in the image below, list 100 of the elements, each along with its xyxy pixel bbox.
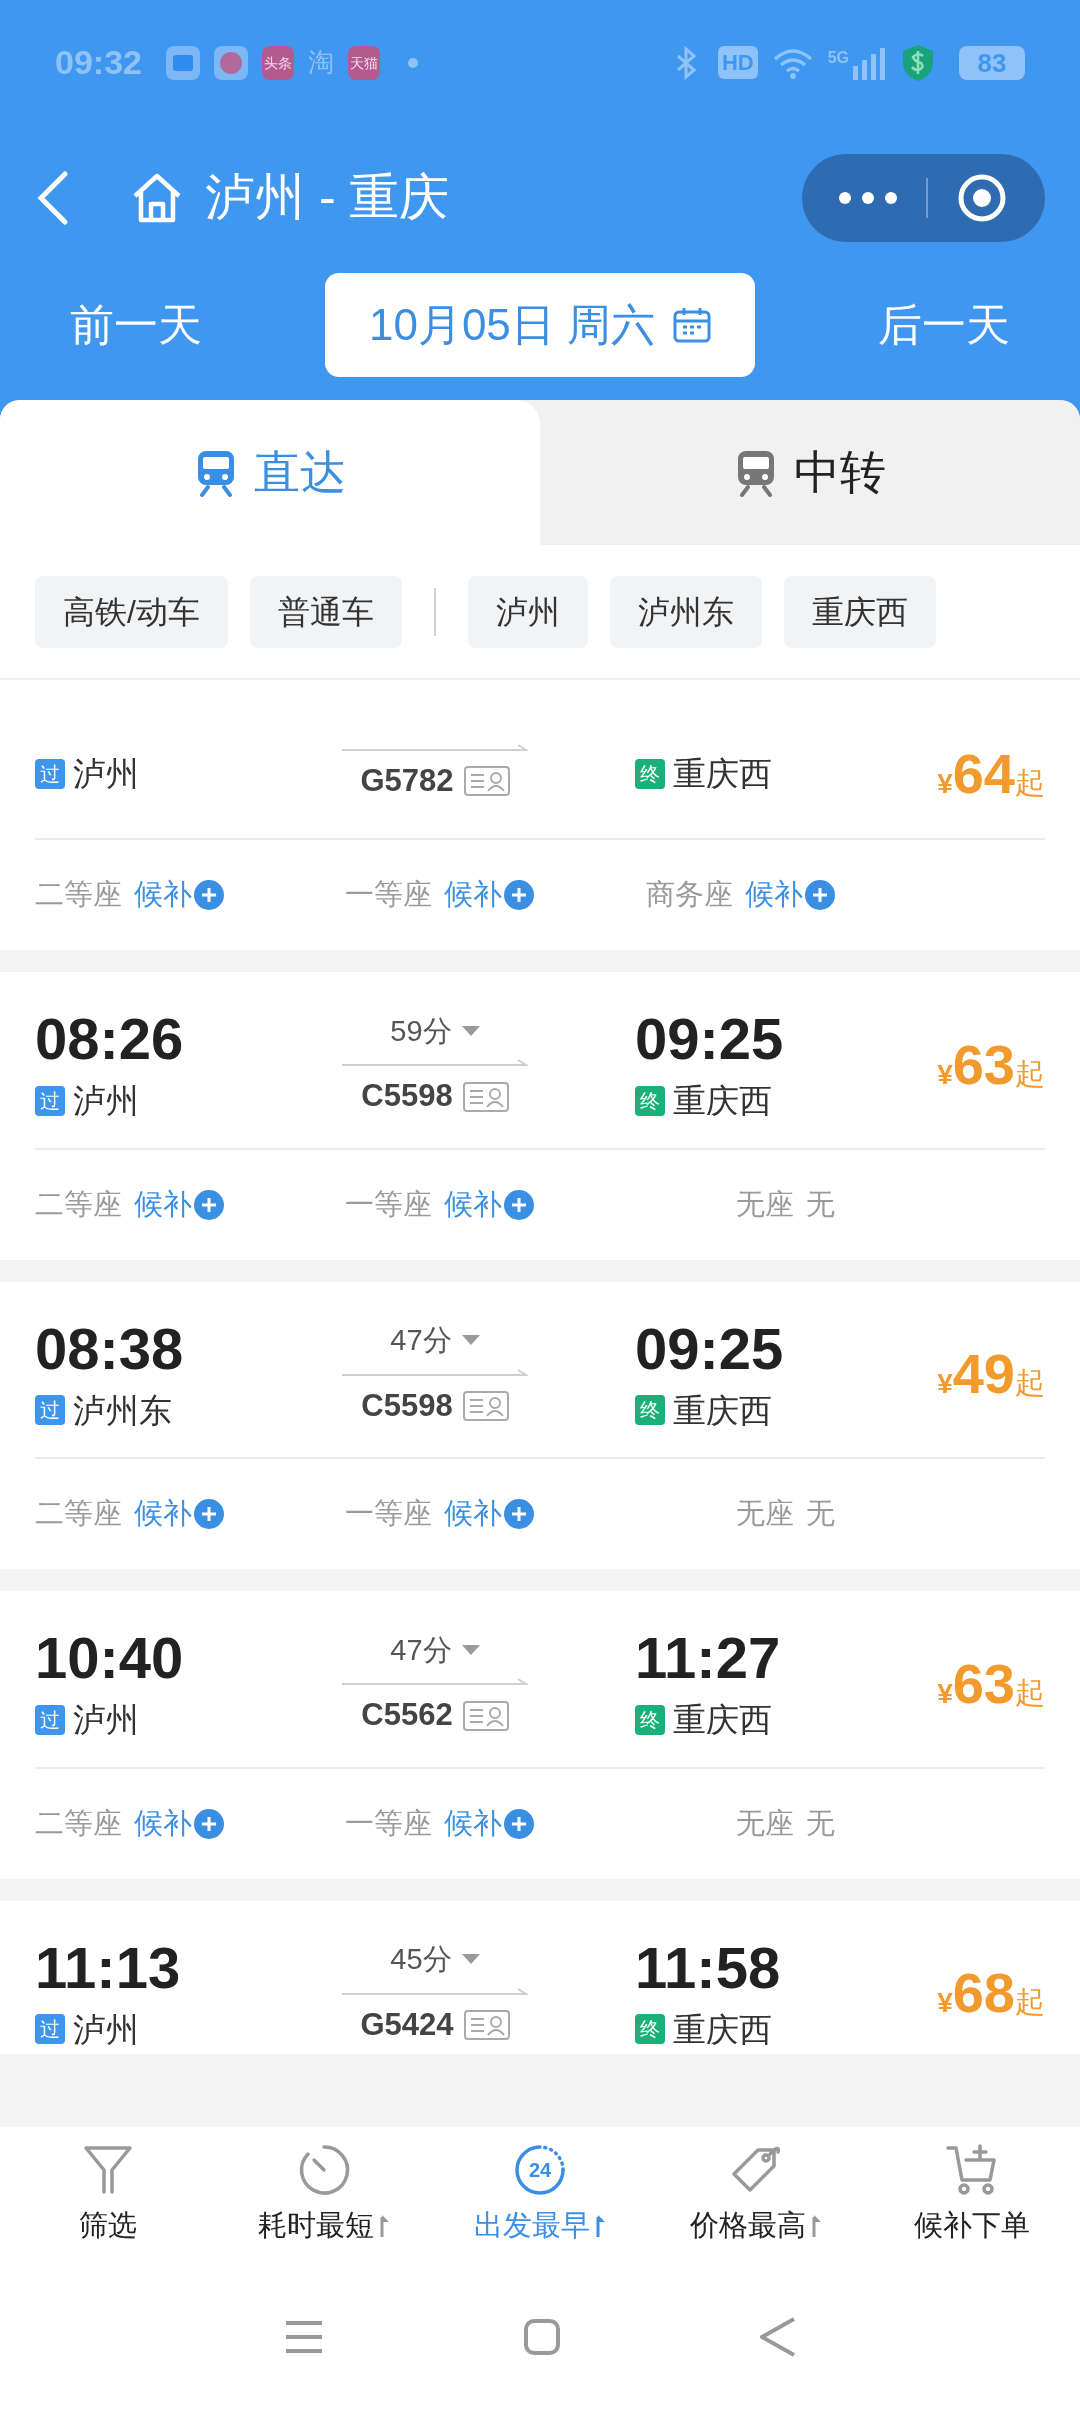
plus-circle-icon (504, 1189, 534, 1220)
arrival-station: 重庆西 (673, 2009, 772, 2050)
seat-class: 一等座 (345, 1496, 432, 1532)
departure-station: 泸州 (73, 2009, 139, 2050)
price: ¥49起 (936, 1341, 1045, 1408)
status-time: 09:32 (55, 42, 142, 83)
train-number: C5598 (361, 1077, 453, 1116)
price: ¥63起 (936, 1031, 1045, 1098)
departure-station: 泸州 (73, 754, 139, 795)
app-icon (165, 45, 200, 80)
departure-time: 08:38 (35, 1314, 185, 1383)
pass-through-tag: 过 (35, 2014, 65, 2045)
seat-class: 二等座 (35, 1186, 122, 1222)
pass-through-tag: 过 (35, 1395, 65, 1426)
price: ¥63起 (936, 1650, 1045, 1717)
plus-circle-icon (194, 1499, 224, 1529)
plus-circle-icon (504, 1808, 534, 1839)
duration: 59分 (390, 1013, 452, 1049)
arrival-station: 重庆西 (673, 754, 772, 795)
filter-chip[interactable]: 重庆西 (783, 575, 936, 648)
train-number: G5424 (360, 2005, 454, 2044)
plus-circle-icon (194, 880, 224, 910)
app-icon: 天猫 (347, 45, 380, 80)
network-type: 5G (827, 47, 849, 68)
arrival-station: 重庆西 (673, 1390, 772, 1431)
home-button-icon[interactable] (524, 2319, 560, 2355)
seat-class: 二等座 (35, 1805, 122, 1841)
filter-chip[interactable]: 普通车 (249, 575, 402, 648)
arrival-time: 09:25 (635, 1314, 785, 1383)
filter-chip[interactable]: 泸州东 (609, 575, 762, 648)
pass-through-tag: 过 (35, 1704, 65, 1735)
home-icon[interactable] (131, 171, 183, 224)
seat-availability: 无 (806, 1496, 835, 1532)
departure-time: 08:26 (35, 1005, 185, 1073)
filter-chip[interactable]: 高铁/动车 (35, 575, 228, 648)
arrival-time: 11:58 (635, 1933, 782, 2002)
signal-icon (853, 45, 887, 80)
toolbar-item[interactable]: 候补下单 (864, 2141, 1080, 2248)
arrival-time: 11:27 (635, 1624, 782, 1692)
price: ¥64起 (936, 741, 1045, 807)
arrival-station: 重庆西 (673, 1700, 772, 1740)
seat-class: 二等座 (35, 877, 122, 913)
id-card-icon (462, 1391, 509, 1421)
seat-class: 一等座 (345, 1805, 432, 1841)
departure-time: 10:40 (35, 1624, 185, 1692)
dropdown-icon (461, 1954, 480, 1966)
id-card-icon (463, 2010, 510, 2040)
id-card-icon (462, 1700, 509, 1731)
departure-station: 泸州 (73, 1700, 139, 1740)
terminal-tag: 终 (635, 2014, 665, 2045)
toolbar-item[interactable]: 耗时最短 (216, 2141, 432, 2248)
terminal-tag: 终 (635, 1085, 665, 1116)
pass-through-tag: 过 (35, 759, 65, 789)
plus-circle-icon (194, 1189, 224, 1220)
departure-time: 11:13 (35, 1933, 182, 2002)
train-number: C5562 (361, 1696, 453, 1735)
battery-indicator: 83 (959, 45, 1025, 80)
departure-station: 泸州东 (73, 1390, 172, 1431)
app-icon: 淘 (307, 43, 334, 82)
departure-station: 泸州 (73, 1081, 139, 1121)
more-icon[interactable] (838, 190, 898, 205)
terminal-tag: 终 (635, 759, 665, 789)
seat-class: 无座 (736, 1805, 794, 1841)
seat-class: 商务座 (646, 877, 733, 913)
terminal-tag: 终 (635, 1704, 665, 1735)
seat-availability: 无 (806, 1186, 835, 1222)
route-title: 泸州 - 重庆 (205, 168, 450, 227)
seat-class: 一等座 (345, 877, 432, 913)
toolbar-item[interactable]: 价格最高 (648, 2141, 864, 2248)
shield-icon (901, 42, 935, 83)
app-icon (213, 45, 248, 80)
arrival-time: 09:25 (635, 1005, 785, 1073)
duration: 45分 (390, 1942, 452, 1978)
price: ¥68起 (936, 1960, 1045, 2027)
terminal-tag: 终 (635, 1395, 665, 1426)
wifi-icon (771, 46, 814, 79)
duration: 47分 (390, 1323, 452, 1359)
seat-class: 一等座 (345, 1186, 432, 1222)
seat-class: 无座 (736, 1186, 794, 1222)
duration: 47分 (390, 1632, 452, 1668)
pass-through-tag: 过 (35, 1085, 65, 1116)
id-card-icon (463, 766, 510, 796)
app-icon: 头条 (261, 45, 294, 80)
menu-icon[interactable] (284, 2319, 324, 2355)
toolbar-item[interactable]: 筛选 (0, 2141, 216, 2248)
dropdown-icon (461, 1335, 480, 1347)
train-number: G5782 (360, 761, 454, 800)
dropdown-icon (461, 1025, 480, 1038)
hd-indicator: HD (717, 46, 758, 79)
id-card-icon (462, 1081, 509, 1112)
filter-chip[interactable]: 泸州 (467, 575, 588, 648)
dropdown-icon (461, 1644, 480, 1657)
seat-class: 无座 (736, 1496, 794, 1532)
arrival-station: 重庆西 (673, 1081, 772, 1121)
plus-circle-icon (805, 880, 835, 910)
plus-circle-icon (194, 1808, 224, 1839)
seat-availability: 无 (806, 1805, 835, 1841)
plus-circle-icon (504, 880, 534, 910)
train-number: C5598 (361, 1386, 453, 1425)
train-card[interactable]: 11:13 过 泸州 45分 G5424 11:58 终 重庆西 ¥68起 (0, 1900, 1080, 2054)
